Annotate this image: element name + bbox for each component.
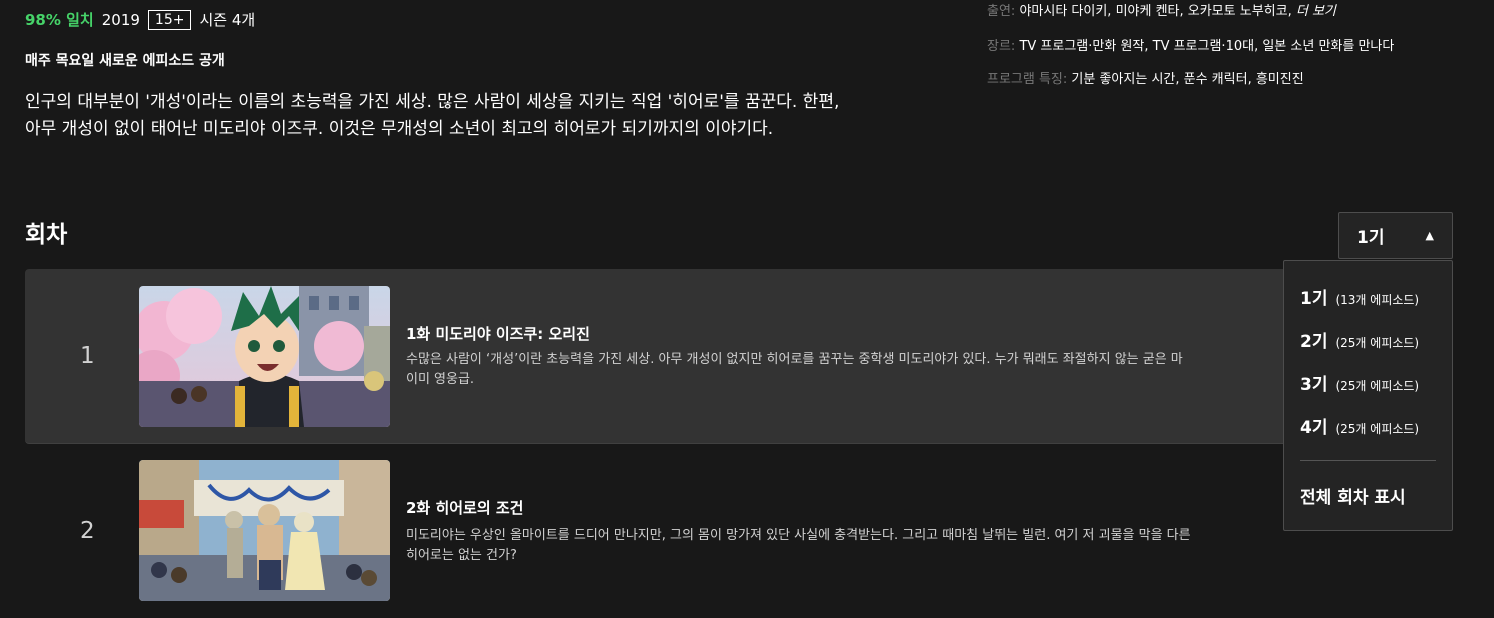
episode-row[interactable]: 1 1화 미도리야 이즈쿠: 오리진 수많은 사람이 ‘개성’이란 초능력을 가… [25, 269, 1325, 444]
episode-description-line: 이미 영웅급. [406, 372, 475, 387]
season-option[interactable]: 2기 (25개 에피소드) [1300, 327, 1419, 352]
episode-description-line: 미도리야는 우상인 올마이트를 드디어 만나지만, 그의 몸이 망가져 있단 사… [406, 528, 1191, 543]
episode-thumbnail-image [139, 286, 390, 427]
episode-description: 수많은 사람이 ‘개성’이란 초능력을 가진 세상. 아무 개성이 없지만 히어… [406, 350, 1301, 390]
maturity-rating-badge: 15+ [147, 9, 192, 30]
episode-row[interactable]: 2 2화 히어로의 조건 미도리야는 우상인 올마이트를 드디어 만나지만, 그… [25, 443, 1325, 618]
season-option-count: (13개 에피소드) [1335, 293, 1420, 307]
season-option-label: 1기 [1300, 289, 1328, 309]
meta-row: 98% 일치 2019 15+ 시즌 4개 [25, 9, 255, 30]
episode-description-line: 히어로는 없는 건가? [406, 548, 517, 563]
season-option-label: 4기 [1300, 418, 1328, 438]
season-option[interactable]: 3기 (25개 에피소드) [1300, 370, 1419, 395]
season-option-count: (25개 에피소드) [1335, 336, 1420, 350]
episode-number: 2 [80, 517, 95, 544]
season-select-value: 1기 [1357, 228, 1385, 248]
cast-label: 출연: [987, 4, 1016, 19]
synopsis-line: 인구의 대부분이 '개성'이라는 이름의 초능력을 가진 세상. 많은 사람이 … [25, 92, 840, 112]
episode-title: 2화 히어로의 조건 [406, 499, 524, 517]
cast-line: 출연: 야마시타 다이키, 미야케 켄타, 오카모토 노부히코, 더 보기 [987, 0, 1336, 19]
season-option-count: (25개 에피소드) [1335, 422, 1420, 436]
features-line: 프로그램 특징: 기분 좋아지는 시간, 푼수 캐릭터, 흥미진진 [987, 68, 1304, 87]
episode-description: 미도리야는 우상인 올마이트를 드디어 만나지만, 그의 몸이 망가져 있단 사… [406, 526, 1301, 566]
new-episode-notice: 매주 목요일 새로운 에피소드 공개 [25, 53, 225, 69]
season-option[interactable]: 1기 (13개 에피소드) [1300, 284, 1419, 309]
cast-more-link[interactable]: 더 보기 [1296, 4, 1336, 19]
episode-title: 1화 미도리야 이즈쿠: 오리진 [406, 325, 590, 343]
episode-thumbnail-image [139, 460, 390, 601]
synopsis-line: 아무 개성이 없이 태어난 미도리야 이즈쿠. 이것은 무개성의 소년이 최고의… [25, 119, 774, 139]
features-value[interactable]: 기분 좋아지는 시간, 푼수 캐릭터, 흥미진진 [1071, 72, 1303, 87]
synopsis: 인구의 대부분이 '개성'이라는 이름의 초능력을 가진 세상. 많은 사람이 … [25, 89, 955, 143]
match-score: 98% 일치 [25, 11, 94, 29]
season-option-label: 2기 [1300, 332, 1328, 352]
genre-label: 장르: [987, 39, 1016, 54]
seasons-count: 시즌 4개 [199, 11, 256, 29]
season-option-label: 3기 [1300, 375, 1328, 395]
show-all-episodes-button[interactable]: 전체 회차 표시 [1300, 483, 1406, 508]
episode-description-line: 수많은 사람이 ‘개성’이란 초능력을 가진 세상. 아무 개성이 없지만 히어… [406, 352, 1183, 367]
episode-number: 1 [80, 343, 95, 369]
cast-value: 야마시타 다이키, 미야케 켄타, 오카모토 노부히코, [1019, 4, 1292, 19]
features-label: 프로그램 특징: [987, 72, 1068, 87]
season-option[interactable]: 4기 (25개 에피소드) [1300, 413, 1419, 438]
release-year: 2019 [101, 10, 140, 29]
genre-line: 장르: TV 프로그램·만화 원작, TV 프로그램·10대, 일본 소년 만화… [987, 35, 1394, 54]
season-dropdown-menu: 1기 (13개 에피소드) 2기 (25개 에피소드) 3기 (25개 에피소드… [1283, 260, 1453, 531]
episode-thumbnail[interactable] [139, 460, 390, 601]
season-option-count: (25개 에피소드) [1335, 379, 1420, 393]
genre-value[interactable]: TV 프로그램·만화 원작, TV 프로그램·10대, 일본 소년 만화를 만나… [1019, 39, 1394, 54]
season-select[interactable]: 1기 ▲ [1338, 212, 1453, 259]
dropdown-divider [1300, 460, 1436, 461]
episodes-title: 회차 [25, 222, 68, 248]
caret-up-icon: ▲ [1425, 229, 1434, 242]
episode-thumbnail[interactable] [139, 286, 390, 427]
